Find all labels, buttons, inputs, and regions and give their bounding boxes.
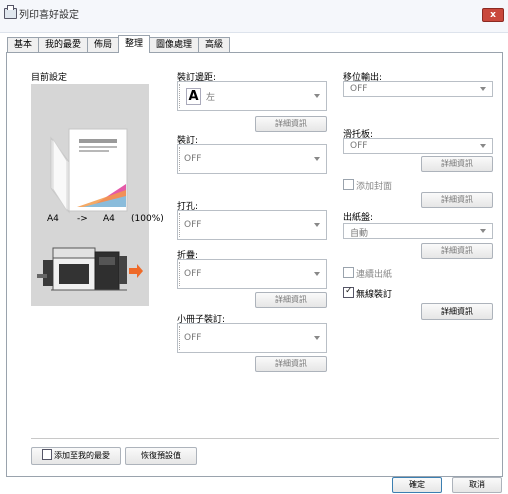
scale-value: (100%) [131, 214, 164, 224]
staple-value: OFF [184, 154, 202, 164]
add-cover-label: 添加封面 [356, 182, 393, 192]
continuous-output-checkbox[interactable] [343, 267, 354, 278]
tray-value: OFF [350, 141, 368, 151]
offset-output-select[interactable]: OFF [343, 81, 493, 97]
cover-detail-button[interactable]: 詳細資訊 [421, 192, 493, 208]
window-title: 列印喜好設定 [19, 10, 79, 21]
chevron-down-icon [314, 157, 320, 161]
add-cover-checkbox[interactable] [343, 179, 354, 190]
staple-select[interactable]: OFF [177, 144, 327, 174]
ok-button[interactable]: 確定 [392, 477, 442, 493]
tab-favorites[interactable]: 我的最愛 [38, 37, 88, 52]
restore-default-button[interactable]: 恢復預設值 [125, 447, 197, 465]
booklet-detail-button[interactable]: 詳細資訊 [255, 356, 327, 372]
chevron-down-icon [314, 94, 320, 98]
document-preview [31, 84, 149, 249]
cancel-button[interactable]: 取消 [452, 477, 502, 493]
tab-basic[interactable]: 基本 [7, 37, 39, 52]
binding-margin-detail-button[interactable]: 詳細資訊 [255, 116, 327, 132]
chevron-down-icon [480, 229, 486, 233]
seamless-binding-checkbox[interactable] [343, 286, 354, 298]
title-bar: 列印喜好設定 x [0, 0, 508, 33]
printer-machine-illustration [37, 247, 143, 291]
output-tray-value: 自動 [350, 229, 369, 239]
chevron-down-icon [480, 144, 486, 148]
fold-select[interactable]: OFF [177, 259, 327, 289]
tab-finishing[interactable]: 整理 [118, 35, 150, 53]
paper-size-from: A4 [47, 214, 59, 224]
booklet-select[interactable]: OFF [177, 323, 327, 353]
close-button[interactable]: x [482, 8, 504, 22]
tab-image[interactable]: 圖像處理 [149, 37, 199, 52]
fold-detail-button[interactable]: 詳細資訊 [255, 292, 327, 308]
booklet-value: OFF [184, 333, 202, 343]
add-to-favorites-button[interactable]: 添加至我的最愛 [31, 447, 121, 465]
seamless-detail-button[interactable]: 詳細資訊 [421, 303, 493, 320]
divider [31, 438, 499, 439]
booklet-illustration [50, 128, 128, 214]
seamless-binding-label: 無線裝訂 [356, 290, 393, 300]
offset-output-value: OFF [350, 84, 368, 94]
finishing-panel: 目前設定 A4 -> A4 (100%) 裝訂邊距: A 左 詳細資訊 裝訂: … [6, 52, 503, 477]
tab-layout[interactable]: 佈局 [87, 37, 119, 52]
binding-margin-value: 左 [206, 93, 216, 103]
continuous-output-label: 連續出紙 [356, 270, 393, 280]
binding-margin-select[interactable]: A 左 [177, 81, 327, 111]
chevron-down-icon [314, 223, 320, 227]
add-to-favorites-label: 添加至我的最愛 [54, 451, 110, 460]
paper-size-to: A4 [103, 214, 115, 224]
output-tray-select[interactable]: 自動 [343, 223, 493, 239]
output-detail-button[interactable]: 詳細資訊 [421, 243, 493, 259]
punch-select[interactable]: OFF [177, 210, 327, 240]
chevron-down-icon [314, 272, 320, 276]
tray-detail-button[interactable]: 詳細資訊 [421, 156, 493, 172]
add-favorite-icon [42, 449, 52, 460]
current-settings-heading: 目前設定 [31, 73, 68, 83]
printer-preview [31, 230, 149, 306]
chevron-down-icon [314, 336, 320, 340]
punch-value: OFF [184, 220, 202, 230]
letter-a-icon: A [186, 88, 201, 105]
tab-advanced[interactable]: 高級 [198, 37, 230, 52]
fold-value: OFF [184, 269, 202, 279]
paper-arrow: -> [77, 214, 88, 224]
tray-select[interactable]: OFF [343, 138, 493, 154]
printer-icon [4, 5, 17, 19]
chevron-down-icon [480, 87, 486, 91]
output-tray-label: 出紙盤: [343, 213, 374, 223]
